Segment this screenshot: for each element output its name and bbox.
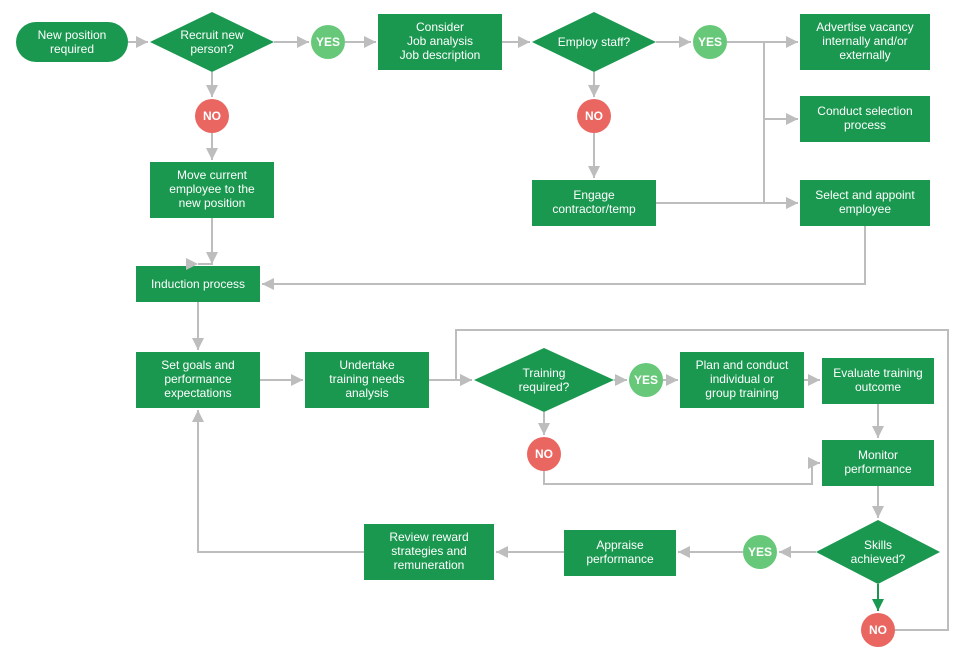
arrow (198, 410, 364, 552)
d1-label-1: Recruit new (180, 28, 244, 42)
arrow (544, 463, 820, 484)
advertise-l2: internally and/or (822, 34, 907, 48)
appraise-l1: Appraise (596, 538, 644, 552)
goals-l2: performance (164, 372, 232, 386)
select-l2: employee (839, 202, 891, 216)
arrow (764, 119, 798, 203)
yes-training-label: YES (634, 373, 658, 387)
arrow (198, 218, 212, 264)
plan-l1: Plan and conduct (696, 358, 789, 372)
plan-l3: group training (705, 386, 778, 400)
review-l1: Review reward (389, 530, 468, 544)
flowchart-diagram: New position required Recruit new person… (0, 0, 958, 668)
evaluate-l2: outcome (855, 380, 901, 394)
no-employ-label: NO (585, 109, 603, 123)
move-l3: new position (179, 196, 246, 210)
yes-employ-label: YES (698, 35, 722, 49)
move-l2: employee to the (169, 182, 255, 196)
d3-l2: required? (519, 380, 570, 394)
advertise-l3: externally (839, 48, 890, 62)
review-l3: remuneration (394, 558, 465, 572)
goals-l3: expectations (164, 386, 231, 400)
consider-l3: Job description (400, 48, 481, 62)
appraise-l2: performance (586, 552, 654, 566)
consider-l2: Job analysis (407, 34, 473, 48)
advertise-l1: Advertise vacancy (816, 20, 913, 34)
monitor-l1: Monitor (858, 448, 898, 462)
d4-l2: achieved? (851, 552, 906, 566)
consider-l1: Consider (416, 20, 464, 34)
no-skills-label: NO (869, 623, 887, 637)
arrow (262, 226, 865, 284)
conduct-l1: Conduct selection (817, 104, 912, 118)
no-recruit-label: NO (203, 109, 221, 123)
no-training-label: NO (535, 447, 553, 461)
d3-l1: Training (523, 366, 566, 380)
goals-l1: Set goals and (161, 358, 234, 372)
analysis-l3: analysis (345, 386, 388, 400)
monitor-l2: performance (844, 462, 912, 476)
analysis-l2: training needs (329, 372, 404, 386)
engage-l1: Engage (573, 188, 615, 202)
move-l1: Move current (177, 168, 248, 182)
analysis-l1: Undertake (339, 358, 395, 372)
conduct-l2: process (844, 118, 886, 132)
arrow (764, 42, 798, 119)
yes-skills-label: YES (748, 545, 772, 559)
start-label-1: New position (38, 28, 107, 42)
plan-l2: individual or (710, 372, 774, 386)
engage-l2: contractor/temp (552, 202, 636, 216)
start-label-2: required (50, 42, 94, 56)
yes-recruit-label: YES (316, 35, 340, 49)
review-l2: strategies and (391, 544, 466, 558)
evaluate-l1: Evaluate training (833, 366, 922, 380)
induction-l1: Induction process (151, 277, 245, 291)
d2-label: Employ staff? (558, 35, 631, 49)
d4-l1: Skills (864, 538, 892, 552)
d1-label-2: person? (190, 42, 234, 56)
select-l1: Select and appoint (815, 188, 915, 202)
